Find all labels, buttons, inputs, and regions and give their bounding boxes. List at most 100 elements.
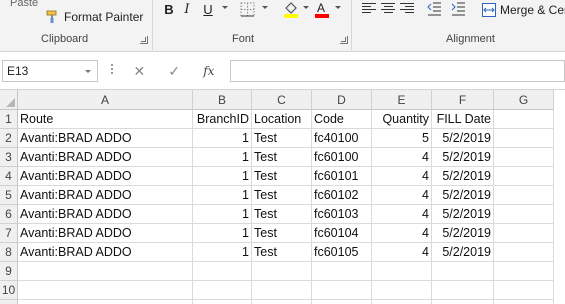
cell-g11[interactable] [494, 300, 554, 304]
cell-c7[interactable]: Test [252, 224, 312, 243]
cell-e10[interactable] [372, 281, 432, 300]
borders-dropdown-icon[interactable] [262, 6, 268, 9]
column-header-f[interactable]: F [432, 90, 494, 110]
cell-f10[interactable] [432, 281, 494, 300]
cell-f1[interactable]: FILL Date [432, 110, 494, 129]
bold-button[interactable]: B [162, 1, 176, 19]
cell-a7[interactable]: Avanti:BRAD ADDO [18, 224, 193, 243]
align-left-icon[interactable] [362, 3, 376, 15]
cell-e11[interactable] [372, 300, 432, 304]
font-color-dropdown-icon[interactable] [335, 6, 341, 9]
italic-button[interactable]: I [182, 1, 192, 19]
cell-b1[interactable]: BranchID [193, 110, 252, 129]
cell-d8[interactable]: fc60105 [312, 243, 372, 262]
cell-e2[interactable]: 5 [372, 129, 432, 148]
cell-f9[interactable] [432, 262, 494, 281]
cell-g4[interactable] [494, 167, 554, 186]
cell-g8[interactable] [494, 243, 554, 262]
clipboard-dialog-launcher-icon[interactable] [140, 36, 148, 44]
cell-b11[interactable] [193, 300, 252, 304]
row-header[interactable]: 4 [0, 167, 18, 186]
underline-button[interactable]: U [202, 1, 214, 19]
cell-e7[interactable]: 4 [372, 224, 432, 243]
cell-e4[interactable]: 4 [372, 167, 432, 186]
cell-e8[interactable]: 4 [372, 243, 432, 262]
cell-d4[interactable]: fc60101 [312, 167, 372, 186]
name-box-dropdown-icon[interactable] [85, 70, 91, 73]
cell-c2[interactable]: Test [252, 129, 312, 148]
enter-icon[interactable]: ✓ [168, 63, 180, 80]
row-header[interactable]: 7 [0, 224, 18, 243]
cell-g5[interactable] [494, 186, 554, 205]
row-header[interactable]: 10 [0, 281, 18, 300]
align-right-icon[interactable] [400, 3, 414, 15]
name-box[interactable]: E13 [2, 60, 98, 82]
cell-f4[interactable]: 5/2/2019 [432, 167, 494, 186]
cell-c11[interactable] [252, 300, 312, 304]
cell-a5[interactable]: Avanti:BRAD ADDO [18, 186, 193, 205]
cell-a3[interactable]: Avanti:BRAD ADDO [18, 148, 193, 167]
cell-e5[interactable]: 4 [372, 186, 432, 205]
cell-f7[interactable]: 5/2/2019 [432, 224, 494, 243]
column-header-b[interactable]: B [193, 90, 252, 110]
cell-b2[interactable]: 1 [193, 129, 252, 148]
cell-d1[interactable]: Code [312, 110, 372, 129]
cell-d6[interactable]: fc60103 [312, 205, 372, 224]
cell-e1[interactable]: Quantity [372, 110, 432, 129]
cell-d3[interactable]: fc60100 [312, 148, 372, 167]
format-painter-button[interactable]: Format Painter [46, 8, 143, 26]
font-dialog-launcher-icon[interactable] [340, 36, 348, 44]
cell-b9[interactable] [193, 262, 252, 281]
row-header[interactable]: 9 [0, 262, 18, 281]
merge-center-button[interactable]: Merge & Cer [482, 1, 565, 19]
drag-handle-icon[interactable] [111, 64, 114, 78]
cell-a8[interactable]: Avanti:BRAD ADDO [18, 243, 193, 262]
column-header-c[interactable]: C [252, 90, 312, 110]
cancel-icon[interactable]: ✕ [134, 63, 146, 80]
cell-c10[interactable] [252, 281, 312, 300]
cell-b6[interactable]: 1 [193, 205, 252, 224]
cell-f2[interactable]: 5/2/2019 [432, 129, 494, 148]
increase-indent-icon[interactable] [450, 1, 466, 17]
cell-b7[interactable]: 1 [193, 224, 252, 243]
decrease-indent-icon[interactable] [426, 1, 442, 17]
cell-c8[interactable]: Test [252, 243, 312, 262]
fill-color-dropdown-icon[interactable] [303, 6, 309, 9]
cell-b5[interactable]: 1 [193, 186, 252, 205]
column-header-a[interactable]: A [18, 90, 193, 110]
cell-a6[interactable]: Avanti:BRAD ADDO [18, 205, 193, 224]
cell-d5[interactable]: fc60102 [312, 186, 372, 205]
cell-d10[interactable] [312, 281, 372, 300]
column-header-e[interactable]: E [372, 90, 432, 110]
cell-e9[interactable] [372, 262, 432, 281]
cell-d7[interactable]: fc60104 [312, 224, 372, 243]
cell-b10[interactable] [193, 281, 252, 300]
cell-g6[interactable] [494, 205, 554, 224]
row-header[interactable]: 1 [0, 110, 18, 129]
cell-c4[interactable]: Test [252, 167, 312, 186]
cell-g10[interactable] [494, 281, 554, 300]
cell-f6[interactable]: 5/2/2019 [432, 205, 494, 224]
cell-g7[interactable] [494, 224, 554, 243]
underline-dropdown-icon[interactable] [222, 6, 228, 9]
row-header[interactable]: 8 [0, 243, 18, 262]
cell-f8[interactable]: 5/2/2019 [432, 243, 494, 262]
row-header[interactable]: 5 [0, 186, 18, 205]
cell-a4[interactable]: Avanti:BRAD ADDO [18, 167, 193, 186]
cell-c5[interactable]: Test [252, 186, 312, 205]
cell-d11[interactable] [312, 300, 372, 304]
cell-d2[interactable]: fc40100 [312, 129, 372, 148]
cell-e6[interactable]: 4 [372, 205, 432, 224]
row-header[interactable]: 2 [0, 129, 18, 148]
cell-b8[interactable]: 1 [193, 243, 252, 262]
cell-b4[interactable]: 1 [193, 167, 252, 186]
insert-function-icon[interactable]: fx [203, 64, 214, 78]
align-center-icon[interactable] [381, 3, 395, 15]
cell-a10[interactable] [18, 281, 193, 300]
cell-c3[interactable]: Test [252, 148, 312, 167]
borders-icon[interactable] [240, 2, 256, 17]
cell-c6[interactable]: Test [252, 205, 312, 224]
cell-a1[interactable]: Route [18, 110, 193, 129]
cell-f11[interactable] [432, 300, 494, 304]
cell-g9[interactable] [494, 262, 554, 281]
